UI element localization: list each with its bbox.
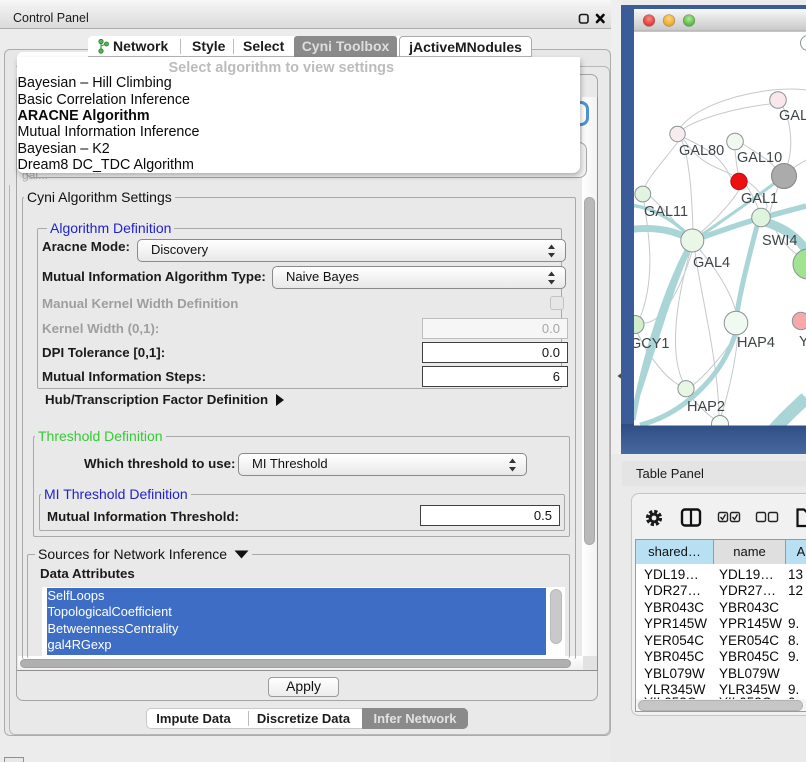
- svg-text:GAL4: GAL4: [693, 255, 730, 271]
- svg-text:SWI4: SWI4: [762, 233, 797, 249]
- svg-text:GAL80: GAL80: [679, 143, 724, 159]
- svg-text:GAL1: GAL1: [741, 191, 778, 207]
- svg-text:HAP2: HAP2: [687, 399, 725, 415]
- svg-text:GAL10: GAL10: [737, 150, 782, 166]
- svg-text:GCY1: GCY1: [630, 336, 670, 352]
- svg-text:GAL11: GAL11: [644, 204, 688, 220]
- svg-text:HAP4: HAP4: [737, 335, 775, 351]
- svg-text:Y: Y: [799, 334, 806, 350]
- svg-text:GAL: GAL: [779, 108, 806, 124]
